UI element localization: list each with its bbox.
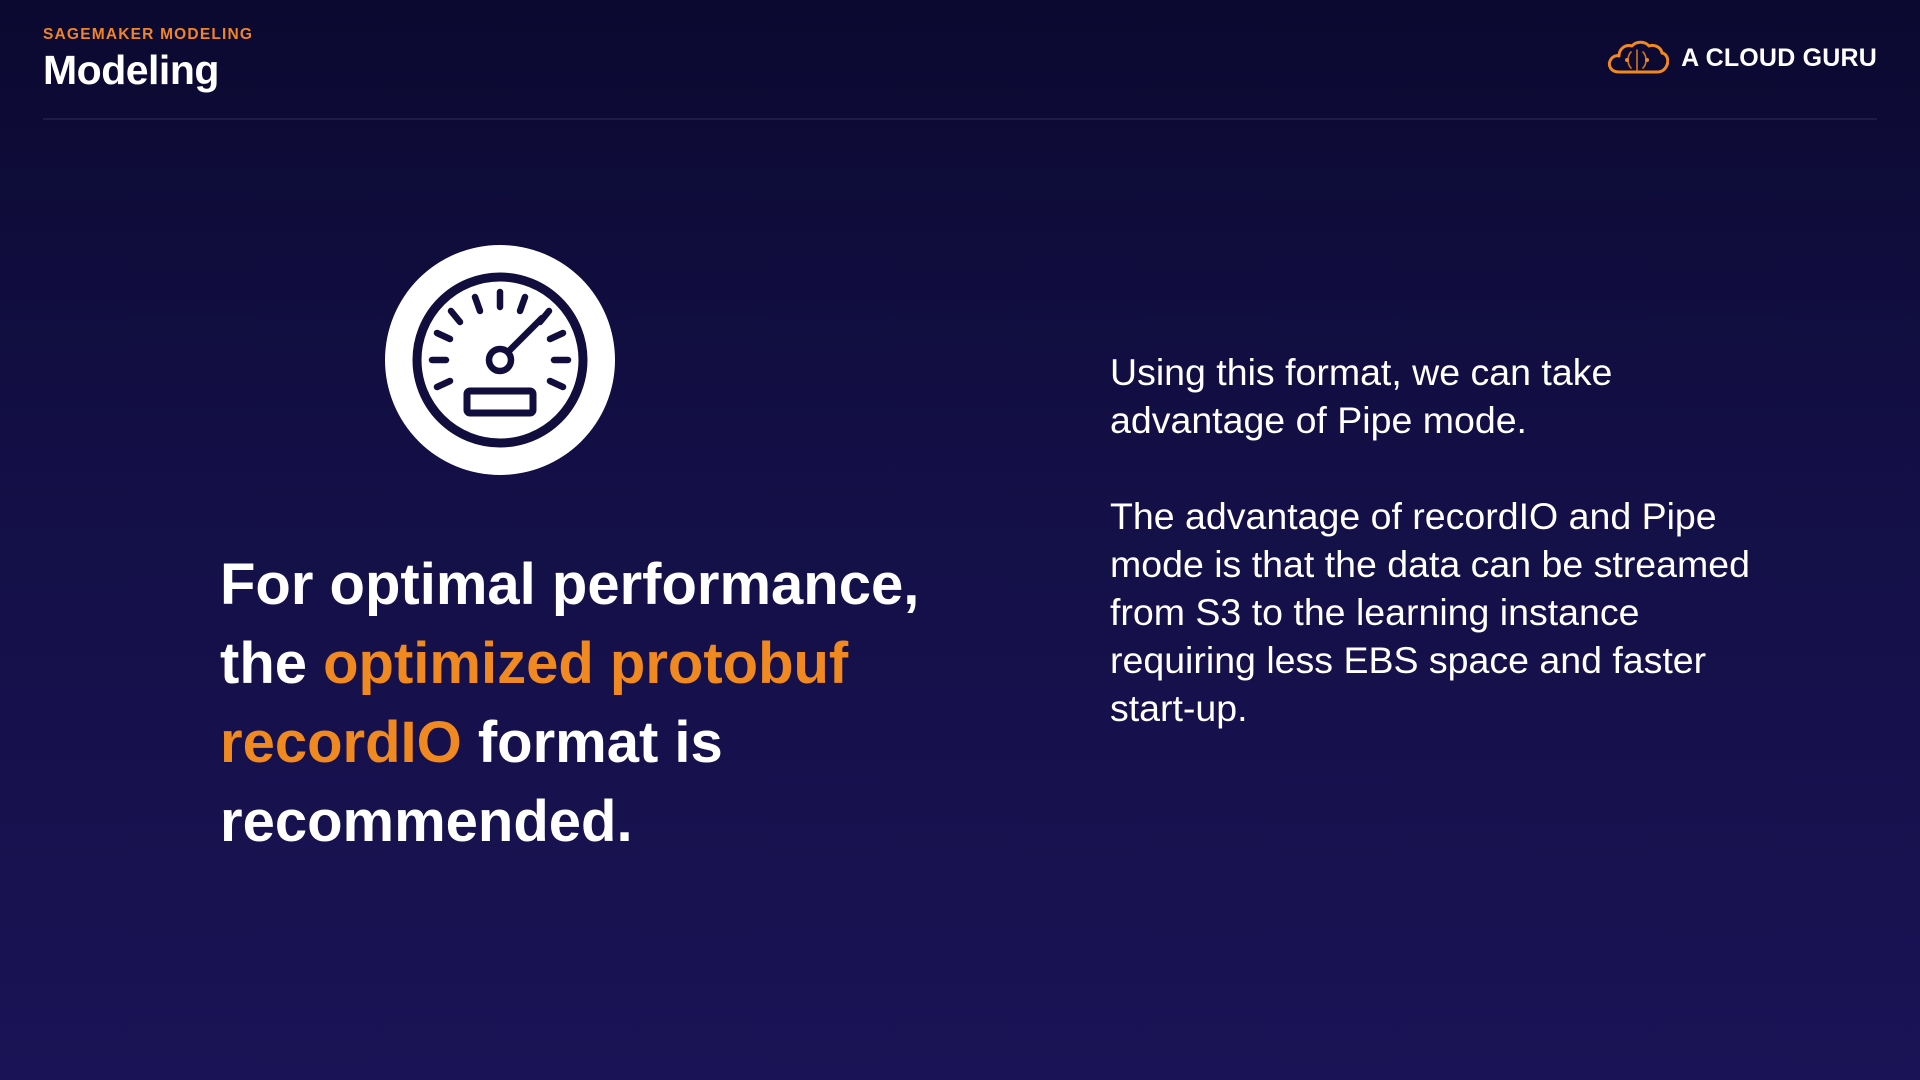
header-divider xyxy=(43,118,1877,120)
body-paragraph-2: The advantage of recordIO and Pipe mode … xyxy=(1110,495,1750,729)
headline: For optimal performance, the optimized p… xyxy=(220,545,1000,861)
brand-name: A CLOUD GURU xyxy=(1681,43,1877,72)
section-label: SAGEMAKER MODELING xyxy=(43,26,254,43)
speedometer-icon xyxy=(385,245,615,475)
body-paragraph-1: Using this format, we can take advantage… xyxy=(1110,351,1613,441)
page-title: Modeling xyxy=(43,47,219,93)
brand: A CLOUD GURU xyxy=(1605,38,1877,78)
cloud-logo-icon xyxy=(1605,38,1670,78)
body-text: Using this format, we can take advantage… xyxy=(1110,348,1750,780)
slide-header: SAGEMAKER MODELING Modeling xyxy=(43,26,253,94)
